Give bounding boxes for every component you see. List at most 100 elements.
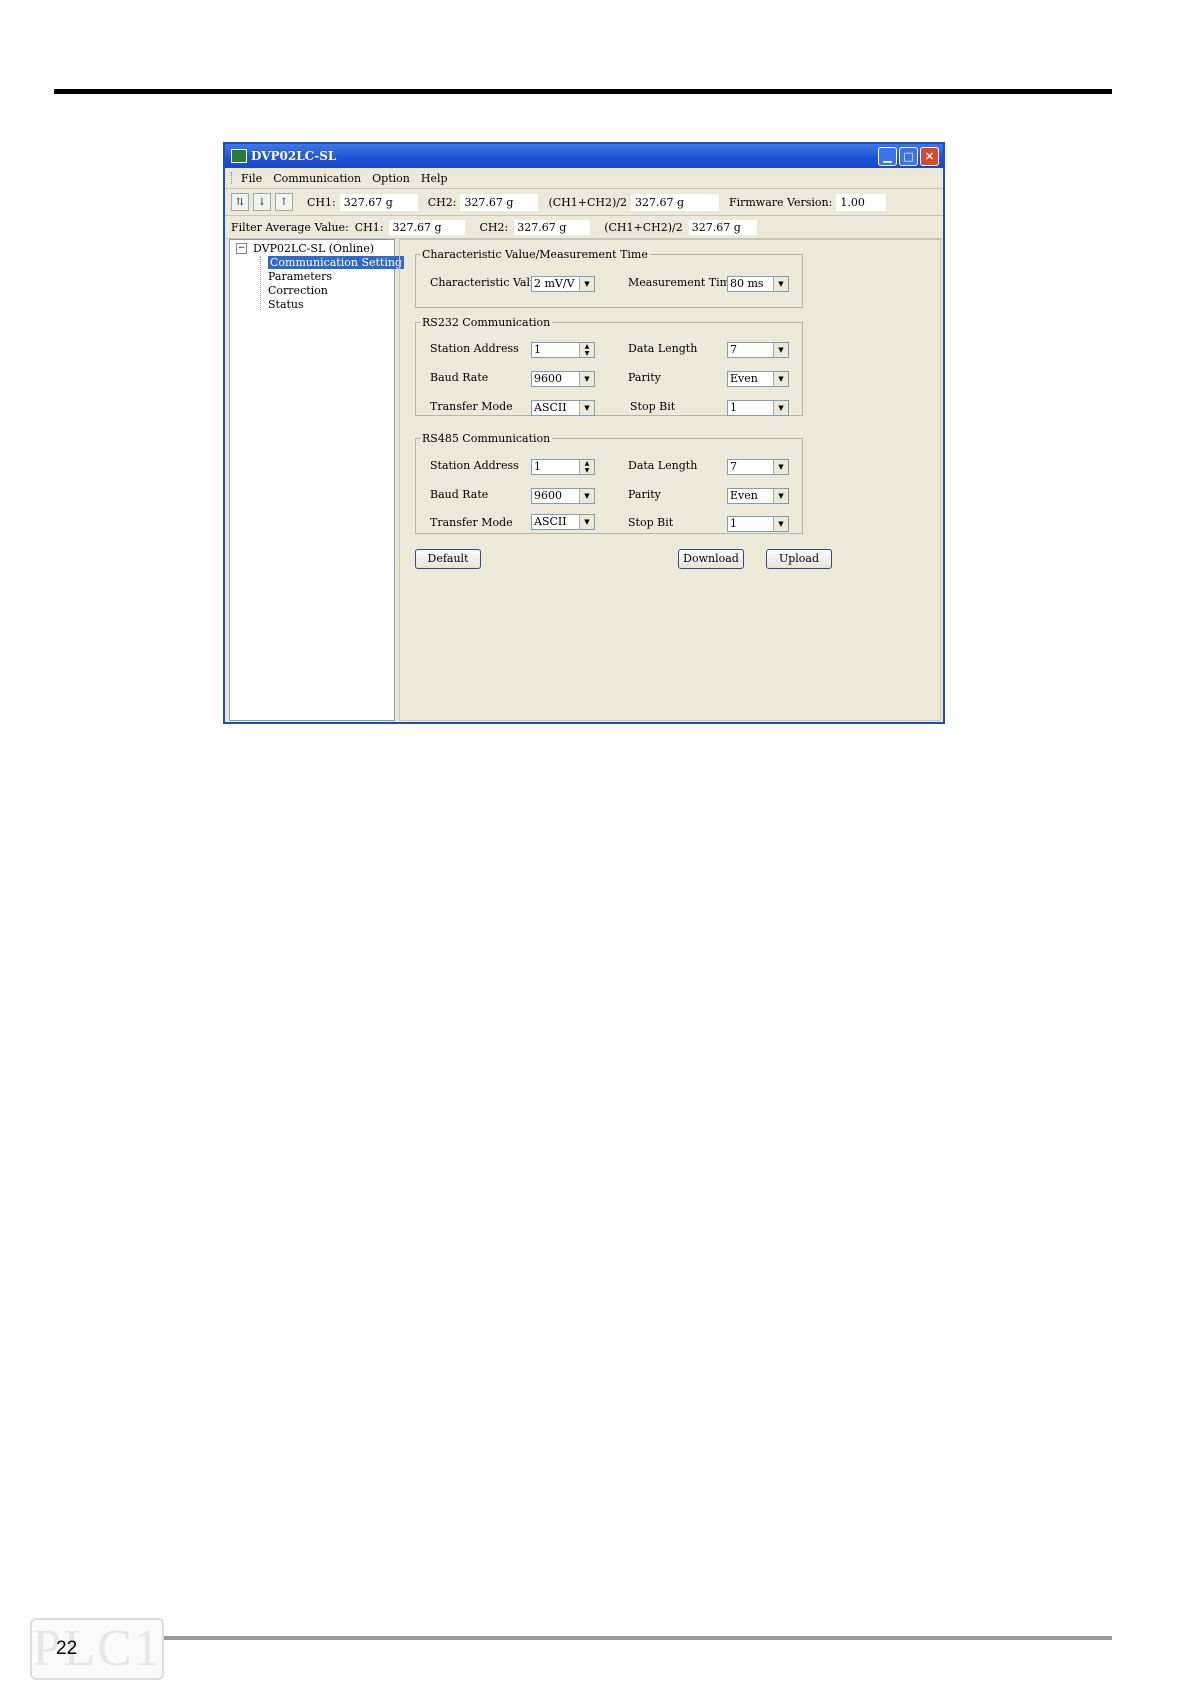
chevron-down-icon: ▼ xyxy=(579,515,594,529)
rs232-baud-label: Baud Rate xyxy=(430,371,489,384)
rs232-stop-select[interactable]: 1 ▼ xyxy=(727,400,789,416)
device-tree: − DVP02LC-SL (Online) Communication Sett… xyxy=(229,239,404,721)
settings-panel: Characteristic Value/Measurement Time Ch… xyxy=(399,239,941,721)
menu-communication[interactable]: Communication xyxy=(273,172,361,185)
rs232-station-label: Station Address xyxy=(430,342,519,355)
filter-ch2-value: 327.67 g xyxy=(514,219,591,235)
chevron-down-icon: ▼ xyxy=(579,372,594,386)
plc-logo: PLC1 xyxy=(30,1618,164,1680)
connect-button[interactable]: ⇅ xyxy=(231,193,249,211)
upload-button[interactable]: Upload xyxy=(766,549,832,569)
minimize-button[interactable]: ▁ xyxy=(878,146,897,166)
ch1-label: CH1: xyxy=(307,195,336,209)
firmware-label: Firmware Version: xyxy=(728,195,833,209)
app-icon xyxy=(231,149,247,163)
rs485-mode-label: Transfer Mode xyxy=(430,516,513,529)
top-rule xyxy=(54,89,1112,94)
ch1-value: 327.67 g xyxy=(339,193,418,211)
avg-label: (CH1+CH2)/2 xyxy=(548,195,627,209)
menu-file[interactable]: File xyxy=(241,172,262,185)
upload-toolbar-button[interactable]: ↑ xyxy=(275,193,293,211)
chevron-down-icon: ▼ xyxy=(579,489,594,503)
page-number: 22 xyxy=(56,1638,78,1659)
connect-icon: ⇅ xyxy=(235,196,245,208)
download-toolbar-button[interactable]: ↓ xyxy=(253,193,271,211)
close-icon: ✕ xyxy=(924,149,935,163)
tree-item-communication-setting[interactable]: Communication Setting xyxy=(268,256,404,269)
tree-root-label: DVP02LC-SL (Online) xyxy=(253,242,375,255)
rs232-datalen-select[interactable]: 7 ▼ xyxy=(727,342,789,358)
menu-option[interactable]: Option xyxy=(372,172,410,185)
rs485-baud-select[interactable]: 9600 ▼ xyxy=(531,488,595,504)
spin-arrows-icon[interactable]: ▲ ▼ xyxy=(579,343,594,357)
filter-avg-value: 327.67 g xyxy=(688,219,757,235)
rs232-mode-select[interactable]: ASCII ▼ xyxy=(531,400,595,416)
menu-grip xyxy=(231,172,235,184)
rs232-parity-label: Parity xyxy=(628,371,661,384)
chevron-down-icon: ▼ xyxy=(579,401,594,415)
rs485-station-stepper[interactable]: 1 ▲ ▼ xyxy=(531,459,595,475)
app-window: DVP02LC-SL ▁ □ ✕ File Communication Opti… xyxy=(223,142,945,724)
maximize-button[interactable]: □ xyxy=(899,146,918,166)
rs232-legend: RS232 Communication xyxy=(422,316,551,329)
measurement-time-select[interactable]: 80 ms ▼ xyxy=(727,276,789,292)
rs232-datalen-label: Data Length xyxy=(628,342,698,355)
filter-ch2-label: CH2: xyxy=(479,220,509,234)
characteristic-legend: Characteristic Value/Measurement Time xyxy=(422,248,648,261)
rs485-mode-select[interactable]: ASCII ▼ xyxy=(531,514,595,530)
spin-arrows-icon[interactable]: ▲ ▼ xyxy=(579,460,594,474)
filter-avg-label: (CH1+CH2)/2 xyxy=(604,220,683,234)
tree-item-correction[interactable]: Correction xyxy=(268,284,328,297)
chevron-down-icon: ▼ xyxy=(773,460,788,474)
rs485-stop-select[interactable]: 1 ▼ xyxy=(727,516,789,532)
maximize-icon: □ xyxy=(903,149,914,163)
tree-connector xyxy=(260,256,261,310)
default-button[interactable]: Default xyxy=(415,549,481,569)
rs485-parity-select[interactable]: Even ▼ xyxy=(727,488,789,504)
bottom-rule xyxy=(54,1636,1112,1640)
rs232-station-stepper[interactable]: 1 ▲ ▼ xyxy=(531,342,595,358)
rs485-parity-label: Parity xyxy=(628,488,661,501)
rs485-datalen-label: Data Length xyxy=(628,459,698,472)
menu-help[interactable]: Help xyxy=(421,172,448,185)
chevron-down-icon: ▼ xyxy=(773,489,788,503)
upload-icon: ↑ xyxy=(279,196,289,208)
title-bar[interactable]: DVP02LC-SL ▁ □ ✕ xyxy=(225,144,943,168)
rs232-baud-select[interactable]: 9600 ▼ xyxy=(531,371,595,387)
rs485-stop-label: Stop Bit xyxy=(628,516,674,529)
rs232-parity-select[interactable]: Even ▼ xyxy=(727,371,789,387)
rs485-station-label: Station Address xyxy=(430,459,519,472)
filter-label: Filter Average Value: xyxy=(231,220,349,234)
chevron-down-icon: ▼ xyxy=(773,401,788,415)
collapse-icon[interactable]: − xyxy=(236,243,247,254)
minimize-icon: ▁ xyxy=(883,149,892,163)
tree-item-status[interactable]: Status xyxy=(268,298,304,311)
chevron-down-icon: ▼ xyxy=(773,277,788,291)
rs232-mode-label: Transfer Mode xyxy=(430,400,513,413)
chevron-down-icon: ▼ xyxy=(579,277,594,291)
tree-item-parameters[interactable]: Parameters xyxy=(268,270,332,283)
firmware-value: 1.00 xyxy=(836,193,887,211)
filter-bar: Filter Average Value: CH1: 327.67 g CH2:… xyxy=(225,216,943,239)
download-icon: ↓ xyxy=(257,196,267,208)
toolbar: ⇅ ↓ ↑ CH1: 327.67 g CH2: 327.67 g (CH1+C… xyxy=(225,189,943,216)
menu-bar: File Communication Option Help xyxy=(225,168,943,189)
filter-ch1-label: CH1: xyxy=(354,220,384,234)
rs485-datalen-select[interactable]: 7 ▼ xyxy=(727,459,789,475)
characteristic-value-select[interactable]: 2 mV/V ▼ xyxy=(531,276,595,292)
rs485-legend: RS485 Communication xyxy=(422,432,551,445)
close-button[interactable]: ✕ xyxy=(920,146,939,166)
chevron-down-icon: ▼ xyxy=(773,517,788,531)
rs232-stop-label: Stop Bit xyxy=(630,400,676,413)
chevron-down-icon: ▼ xyxy=(773,372,788,386)
characteristic-value-label: Characteristic Value xyxy=(430,276,544,289)
download-button[interactable]: Download xyxy=(678,549,744,569)
chevron-down-icon: ▼ xyxy=(773,343,788,357)
rs485-baud-label: Baud Rate xyxy=(430,488,489,501)
tree-root[interactable]: − DVP02LC-SL (Online) xyxy=(236,242,374,255)
ch2-value: 327.67 g xyxy=(460,193,539,211)
window-title: DVP02LC-SL xyxy=(251,149,337,163)
filter-ch1-value: 327.67 g xyxy=(389,219,466,235)
avg-value: 327.67 g xyxy=(630,193,719,211)
ch2-label: CH2: xyxy=(427,195,457,209)
